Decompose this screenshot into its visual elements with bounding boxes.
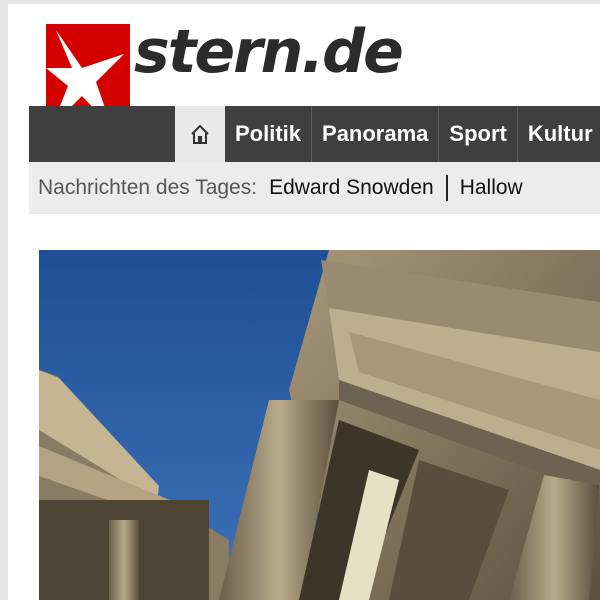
- ticker-label: Nachrichten des Tages:: [38, 176, 258, 199]
- ticker-link-halloween[interactable]: Hallow: [460, 176, 523, 200]
- page: stern.de Politik Panorama Sport Kultur N…: [8, 4, 600, 600]
- main-navigation: Politik Panorama Sport Kultur: [29, 106, 600, 162]
- home-icon: [191, 124, 209, 144]
- hero-image[interactable]: [39, 250, 600, 600]
- nav-home-button[interactable]: [175, 106, 225, 162]
- news-ticker: Nachrichten des Tages: Edward Snowden Ha…: [29, 162, 600, 214]
- nav-item-kultur[interactable]: Kultur: [516, 106, 600, 162]
- site-logo-text[interactable]: stern.de: [134, 12, 404, 92]
- ticker-divider: [445, 175, 448, 201]
- nav-item-politik[interactable]: Politik: [225, 106, 311, 162]
- nav-item-panorama[interactable]: Panorama: [311, 106, 438, 162]
- nav-item-sport[interactable]: Sport: [438, 106, 516, 162]
- ticker-link-snowden[interactable]: Edward Snowden: [269, 176, 434, 200]
